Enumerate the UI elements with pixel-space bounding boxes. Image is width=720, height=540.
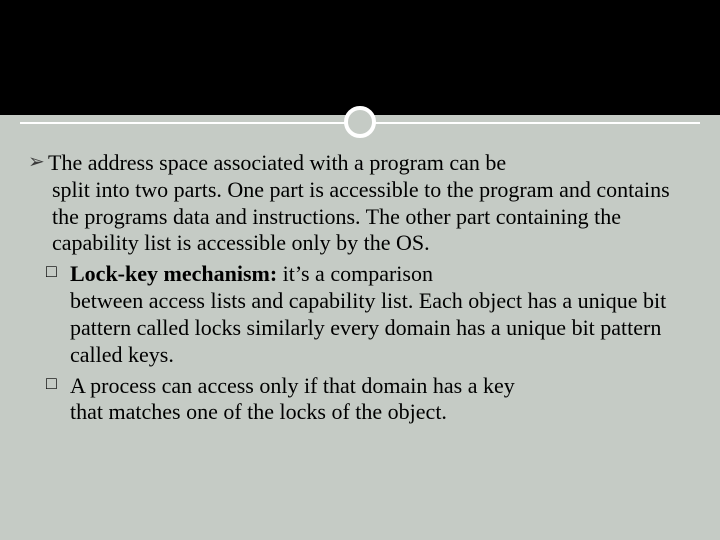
square-bullet-icon: □ [28, 373, 70, 395]
arrow-bullet-icon: ➢ [28, 150, 48, 174]
bullet-text-tail: it’s a comparison [277, 261, 433, 286]
bullet-text-continued: split into two parts. One part is access… [28, 177, 692, 257]
bullet-item: ➢The address space associated with a pro… [28, 150, 692, 257]
decorative-circle [344, 106, 376, 138]
title-band [0, 0, 720, 115]
bullet-text: A process can access only if that domain… [70, 373, 515, 398]
bullet-bold-label: Lock-key mechanism: [70, 261, 277, 286]
bullet-text: The address space associated with a prog… [48, 150, 506, 175]
bullet-item: □A process can access only if that domai… [28, 373, 692, 427]
bullet-text-continued: between access lists and capability list… [28, 288, 692, 368]
bullet-text: Lock-key mechanism: it’s a comparison [70, 261, 433, 286]
bullet-item: □Lock-key mechanism: it’s a comparison b… [28, 261, 692, 368]
slide: ➢The address space associated with a pro… [0, 0, 720, 540]
content-area: ➢The address space associated with a pro… [28, 150, 692, 430]
bullet-text-continued: that matches one of the locks of the obj… [28, 399, 692, 426]
square-bullet-icon: □ [28, 261, 70, 283]
